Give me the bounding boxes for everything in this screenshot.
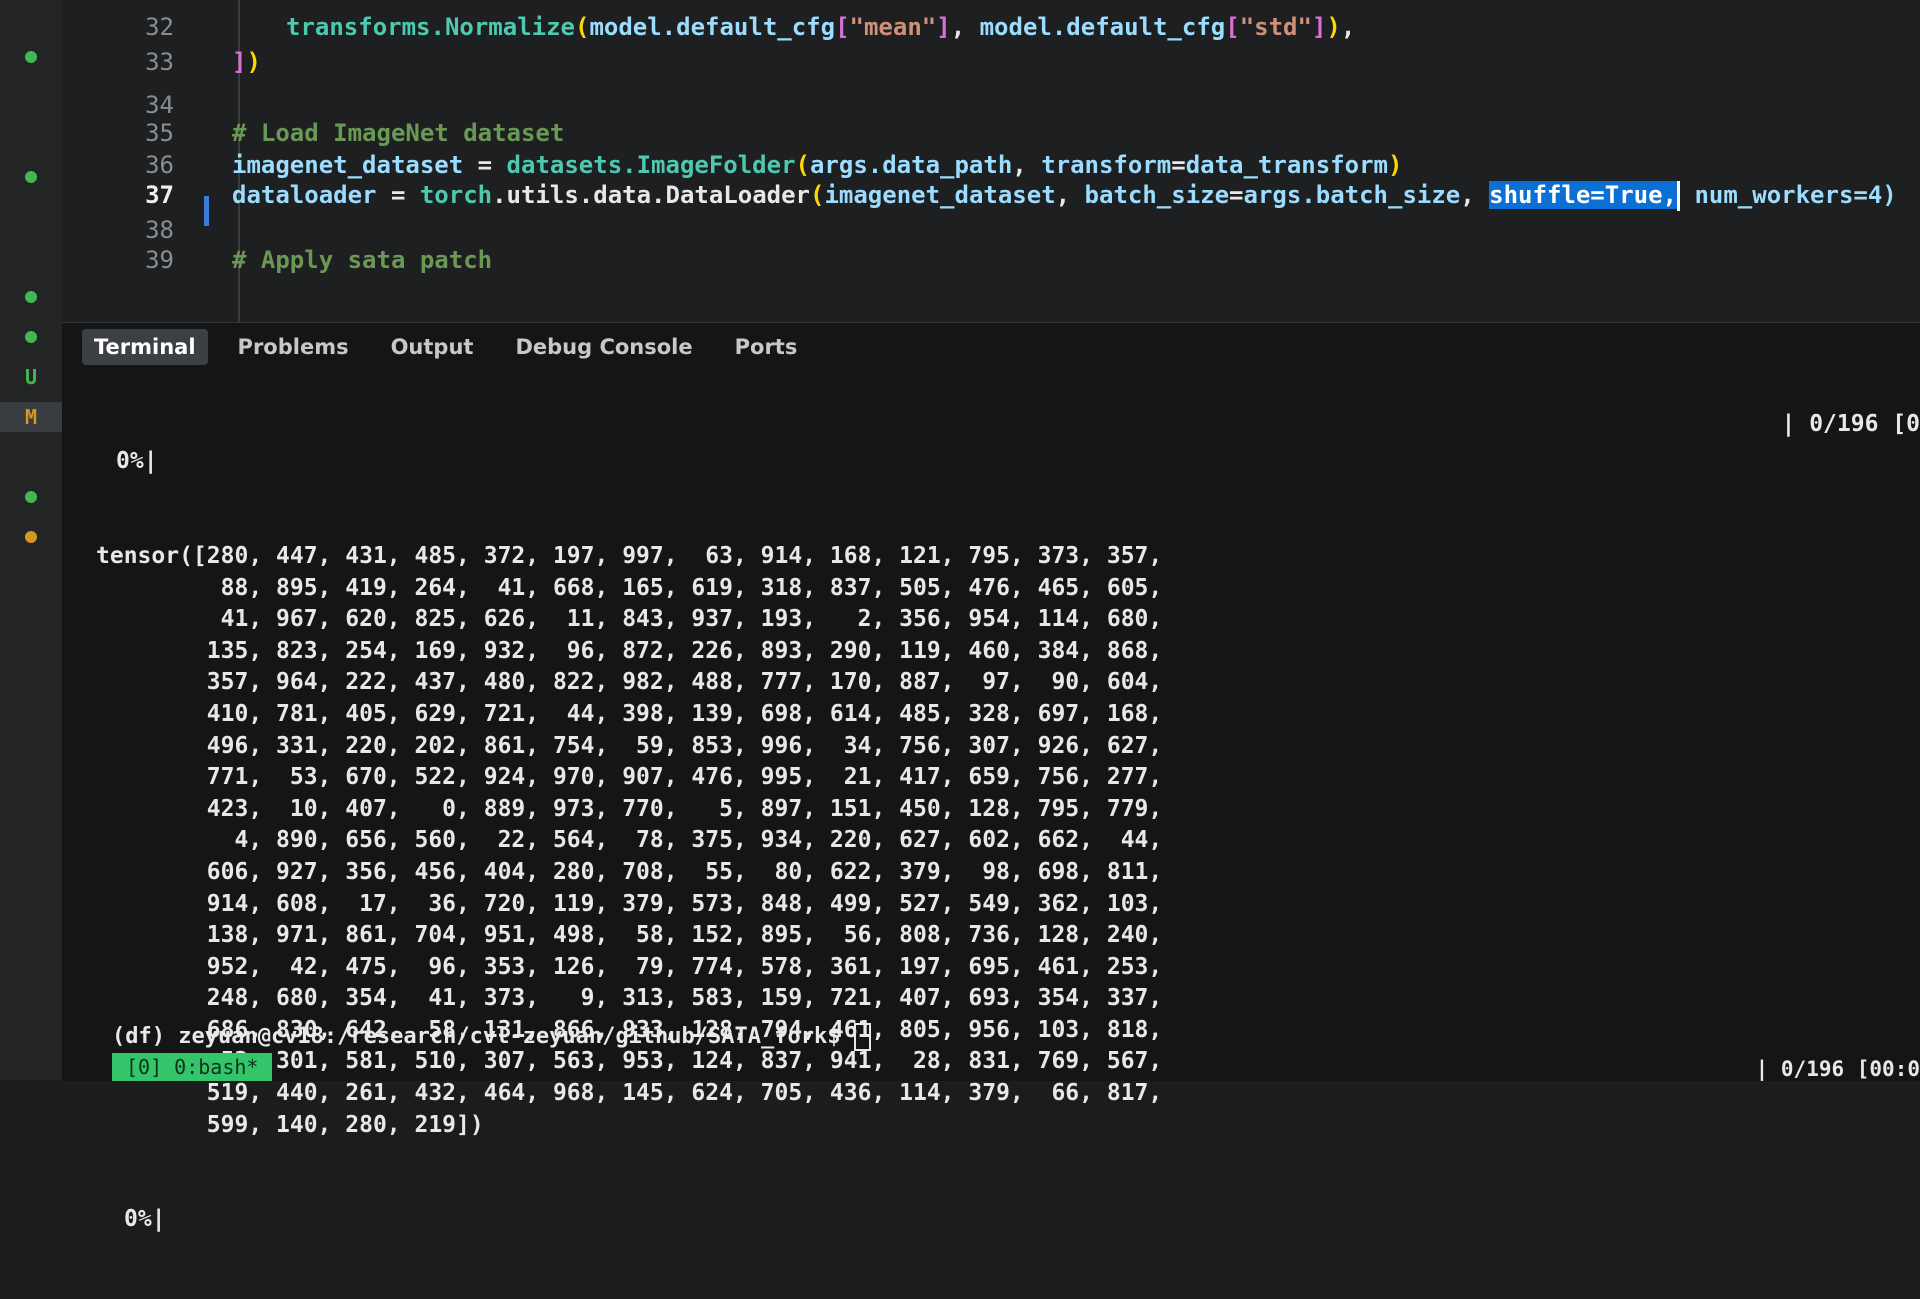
bottom-panel: Terminal Problems Output Debug Console P… xyxy=(62,322,1920,1232)
prompt-text: (df) zeyuan@cv18:/research/cvl-zeyuan/gi… xyxy=(112,1024,854,1049)
shell-prompt[interactable]: (df) zeyuan@cv18:/research/cvl-zeyuan/gi… xyxy=(112,1023,871,1051)
tensor-line: 410, 781, 405, 629, 721, 44, 398, 139, 6… xyxy=(96,700,1163,727)
code-line[interactable]: 35 # Load ImageNet dataset xyxy=(62,116,1920,151)
tensor-line: 4, 890, 656, 560, 22, 564, 78, 375, 934,… xyxy=(96,827,1163,854)
tensor-line: 88, 895, 419, 264, 41, 668, 165, 619, 31… xyxy=(96,574,1163,601)
tensor-line: 138, 971, 861, 704, 951, 498, 58, 152, 8… xyxy=(96,922,1163,949)
code-text: ]) xyxy=(232,48,261,76)
tensor-line: 599, 140, 280, 219]) xyxy=(96,1111,484,1138)
tensor-line: tensor([280, 447, 431, 485, 372, 197, 99… xyxy=(96,542,1163,569)
tab-debug-console[interactable]: Debug Console xyxy=(503,329,704,365)
text-selection[interactable]: shuffle=True, xyxy=(1489,181,1677,209)
code-text: dataloader = torch.utils.data.DataLoader… xyxy=(232,181,1897,211)
git-change-dot xyxy=(0,282,62,312)
progress-bar-text: 0%| xyxy=(124,1206,166,1233)
tensor-line: 357, 964, 222, 437, 480, 822, 982, 488, … xyxy=(96,669,1163,696)
line-number: 32 xyxy=(145,13,174,41)
git-change-dot xyxy=(0,522,62,552)
tab-terminal[interactable]: Terminal xyxy=(82,329,208,365)
tensor-line: 423, 10, 407, 0, 889, 973, 770, 5, 897, … xyxy=(96,795,1163,822)
terminal-cursor xyxy=(853,1023,871,1051)
git-change-dot xyxy=(0,482,62,512)
progress-counter-bottom: | 0/196 [00:0 xyxy=(1755,1057,1920,1081)
tensor-line: 952, 42, 475, 96, 353, 126, 79, 774, 578… xyxy=(96,953,1163,980)
tensor-line: 41, 967, 620, 825, 626, 11, 843, 937, 19… xyxy=(96,606,1163,633)
line-number: 37 xyxy=(145,181,174,209)
tmux-status-bar: [0] 0:bash* xyxy=(112,1053,273,1081)
tensor-line: 135, 823, 254, 169, 932, 96, 872, 226, 8… xyxy=(96,637,1163,664)
progress-counter: | 0/196 [0 xyxy=(1781,411,1920,437)
code-editor[interactable]: 32 transforms.Normalize(model.default_cfg… xyxy=(62,0,1920,322)
git-change-dot xyxy=(0,322,62,352)
activity-gutter: U M xyxy=(0,0,62,1080)
code-line[interactable]: 39 # Apply sata patch xyxy=(62,243,1920,278)
tab-ports[interactable]: Ports xyxy=(723,329,810,365)
tensor-line: 519, 440, 261, 432, 464, 968, 145, 624, … xyxy=(96,1080,1163,1107)
tensor-line: 914, 608, 17, 36, 720, 119, 379, 573, 84… xyxy=(96,890,1163,917)
tab-problems[interactable]: Problems xyxy=(226,329,361,365)
tensor-line: 606, 927, 356, 456, 404, 280, 708, 55, 8… xyxy=(96,858,1163,885)
tab-output[interactable]: Output xyxy=(379,329,486,365)
progress-bar-text: 0%| xyxy=(116,448,158,475)
code-line[interactable]: 33]) xyxy=(62,45,1920,80)
git-change-dot xyxy=(0,162,62,192)
tensor-line: 52, 301, 581, 510, 307, 563, 953, 124, 8… xyxy=(96,1048,1163,1075)
code-line[interactable]: 37 dataloader = torch.utils.data.DataLoad… xyxy=(62,178,1920,213)
line-number: 33 xyxy=(145,48,174,76)
line-number: 39 xyxy=(145,246,174,274)
tensor-line: 248, 680, 354, 41, 373, 9, 313, 583, 159… xyxy=(96,985,1163,1012)
terminal-output[interactable]: 0%| tensor([280, 447, 431, 485, 372, 197… xyxy=(96,383,1876,1299)
tensor-line: 771, 53, 670, 522, 924, 970, 907, 476, 9… xyxy=(96,764,1163,791)
code-text: transforms.Normalize(model.default_cfg["… xyxy=(286,13,1356,41)
modified-marker[interactable]: M xyxy=(0,402,62,432)
code-text: # Apply sata patch xyxy=(232,246,493,274)
line-number: 35 xyxy=(145,119,174,147)
untracked-marker[interactable]: U xyxy=(0,362,62,392)
git-change-dot xyxy=(0,42,62,72)
code-line[interactable]: 32 transforms.Normalize(model.default_cfg… xyxy=(62,10,1920,45)
code-text: # Load ImageNet dataset xyxy=(232,119,565,147)
panel-tabs: Terminal Problems Output Debug Console P… xyxy=(82,329,809,365)
tensor-line: 496, 331, 220, 202, 861, 754, 59, 853, 9… xyxy=(96,732,1163,759)
tensor-output: tensor([280, 447, 431, 485, 372, 197, 99… xyxy=(96,541,1876,1141)
